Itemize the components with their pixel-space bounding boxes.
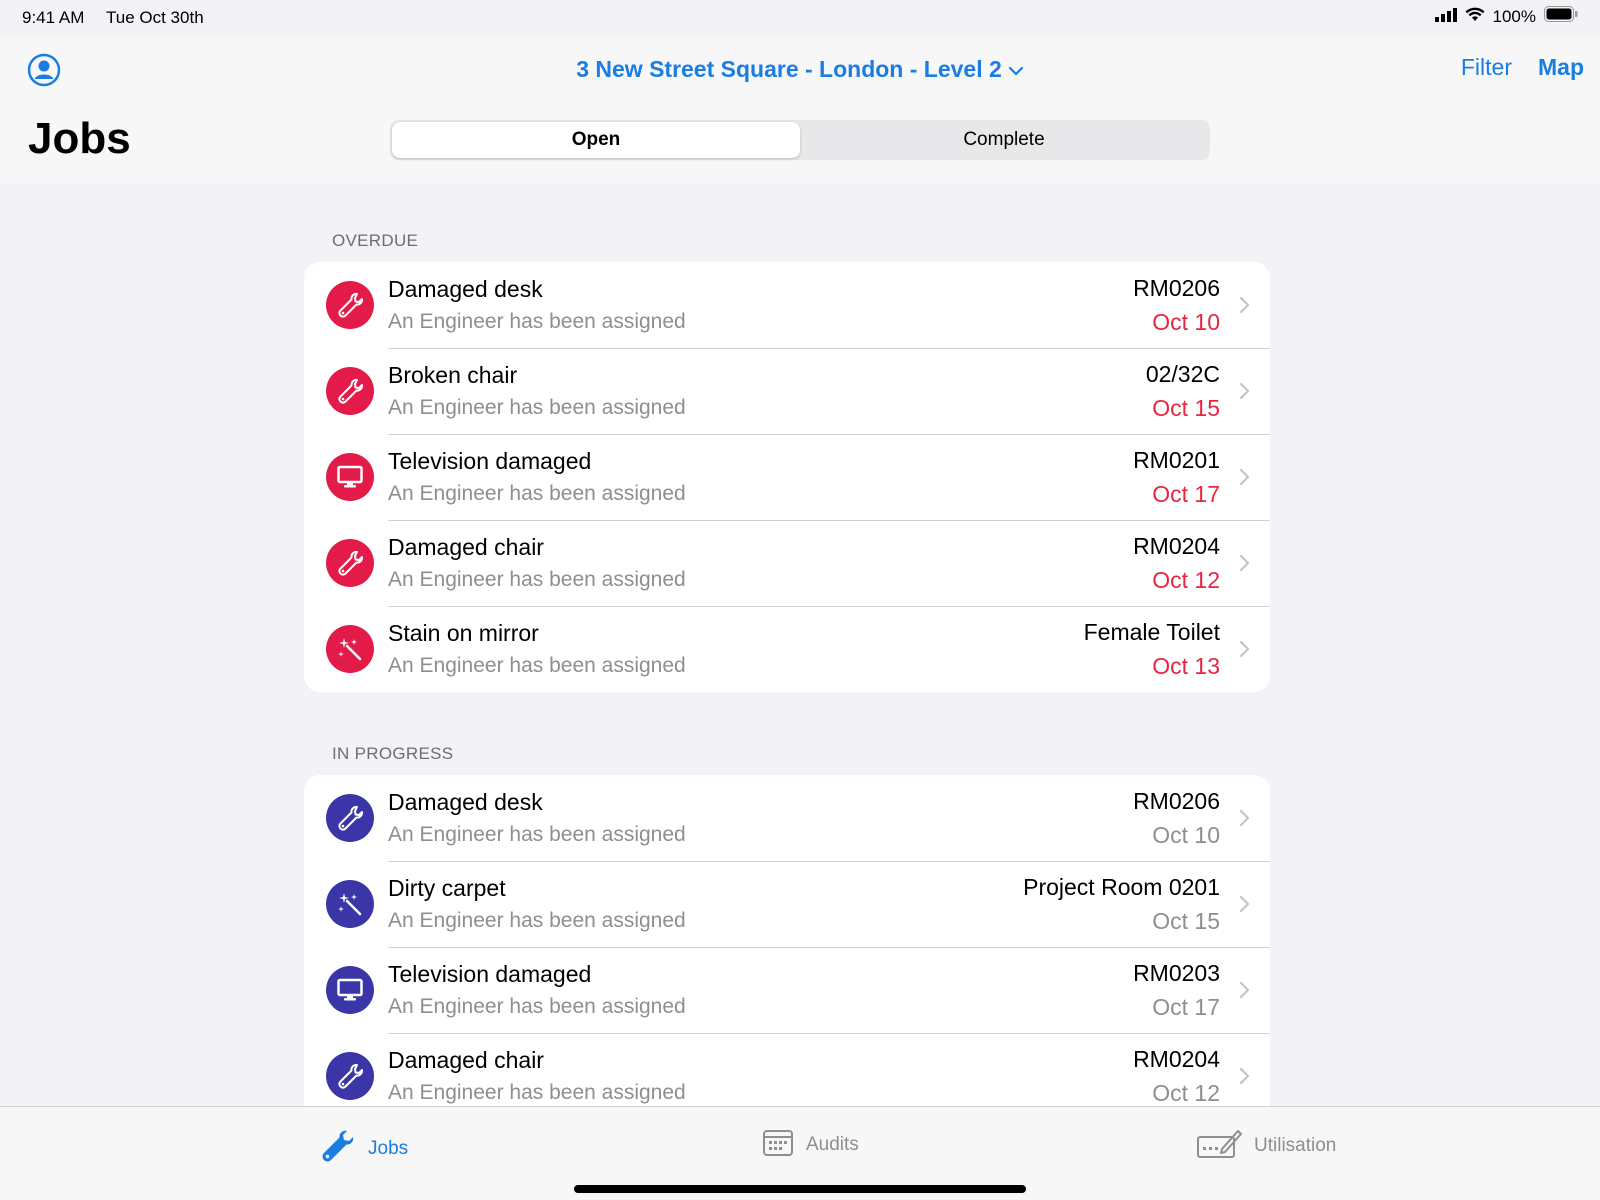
job-status: An Engineer has been assigned [388,654,686,677]
job-status: An Engineer has been assigned [388,909,686,932]
job-title: Broken chair [388,362,518,388]
job-row[interactable]: Damaged chair An Engineer has been assign… [304,1033,1270,1106]
chevron-right-icon [1238,467,1252,487]
chevron-right-icon [1238,1066,1252,1086]
wrench-icon [326,281,374,329]
job-due-date: Oct 17 [1152,481,1220,507]
tab-audits-label: Audits [806,1134,859,1155]
job-due-date: Oct 17 [1152,994,1220,1020]
tab-jobs-label: Jobs [368,1138,409,1159]
chevron-right-icon [1238,894,1252,914]
chevron-down-icon [1008,56,1024,83]
job-title: Damaged desk [388,276,543,302]
status-date: Tue Oct 30th [106,8,204,27]
segment-open[interactable]: Open [392,122,800,158]
job-row[interactable]: Damaged chair An Engineer has been assign… [304,520,1270,606]
status-time: 9:41 AM [22,8,85,27]
tab-utilisation-label: Utilisation [1254,1135,1337,1156]
home-indicator [574,1185,1026,1193]
overdue-group: Damaged desk An Engineer has been assigne… [304,262,1270,692]
job-title: Dirty carpet [388,875,506,901]
job-location: Project Room 0201 [1023,874,1220,900]
job-due-date: Oct 15 [1152,908,1220,934]
section-header-overdue: OVERDUE [332,231,419,250]
job-location: RM0206 [1133,788,1220,814]
job-row[interactable]: Broken chair An Engineer has been assigne… [304,348,1270,434]
wrench-icon [326,1052,374,1100]
location-title: 3 New Street Square - London - Level 2 [576,56,1002,82]
map-button[interactable]: Map [1538,54,1584,81]
job-status: An Engineer has been assigned [388,1081,686,1104]
job-location: Female Toilet [1083,619,1220,645]
section-header-in-progress: IN PROGRESS [332,744,454,763]
segment-complete[interactable]: Complete [800,122,1208,158]
job-row[interactable]: Damaged desk An Engineer has been assigne… [304,775,1270,861]
page-title: Jobs [28,114,131,163]
job-status: An Engineer has been assigned [388,568,686,591]
status-segmented-control: Open Complete [390,120,1210,160]
job-status: An Engineer has been assigned [388,995,686,1018]
status-bar: 9:41 AM Tue Oct 30th 100% [0,0,1600,36]
job-row[interactable]: Damaged desk An Engineer has been assigne… [304,262,1270,348]
job-title: Stain on mirror [388,620,539,646]
filter-button[interactable]: Filter [1461,54,1512,81]
job-row[interactable]: Stain on mirror An Engineer has been assi… [304,606,1270,692]
calendar-icon [762,1127,794,1163]
jobs-list[interactable]: OVERDUE Damaged desk An Engineer has been… [0,184,1600,1106]
job-status: An Engineer has been assigned [388,396,686,419]
status-indicators: 100% [1434,6,1578,27]
monitor-icon [326,453,374,501]
job-title: Television damaged [388,448,592,474]
tab-jobs[interactable]: Jobs [318,1127,408,1171]
tab-audits[interactable]: Audits [762,1127,859,1163]
wrench-icon [326,539,374,587]
tab-utilisation[interactable]: Utilisation [1196,1127,1336,1165]
job-row[interactable]: Television damaged An Engineer has been a… [304,947,1270,1033]
job-status: An Engineer has been assigned [388,482,686,505]
job-title: Television damaged [388,961,592,987]
wrench-icon [326,794,374,842]
job-row[interactable]: Television damaged An Engineer has been a… [304,434,1270,520]
monitor-icon [326,966,374,1014]
clipboard-pen-icon [1196,1127,1242,1165]
tab-bar: Jobs Audits Utilisation [0,1106,1600,1200]
job-location: RM0206 [1133,275,1220,301]
job-status: An Engineer has been assigned [388,823,686,846]
wifi-icon [1465,7,1485,27]
job-due-date: Oct 12 [1152,1080,1220,1106]
job-location: RM0204 [1133,533,1220,559]
job-due-date: Oct 15 [1152,395,1220,421]
sparkle-wand-icon [326,625,374,673]
battery-percent: 100% [1492,6,1536,26]
battery-icon [1544,6,1578,27]
job-due-date: Oct 10 [1152,309,1220,335]
chevron-right-icon [1238,639,1252,659]
job-location: RM0203 [1133,960,1220,986]
chevron-right-icon [1238,808,1252,828]
job-status: An Engineer has been assigned [388,310,686,333]
chevron-right-icon [1238,553,1252,573]
navigation-bar: 3 New Street Square - London - Level 2 F… [0,36,1600,184]
chevron-right-icon [1238,295,1252,315]
sparkle-wand-icon [326,880,374,928]
job-title: Damaged chair [388,534,544,560]
job-location: RM0201 [1133,447,1220,473]
chevron-right-icon [1238,980,1252,1000]
wrench-icon [326,367,374,415]
job-title: Damaged desk [388,789,543,815]
chevron-right-icon [1238,381,1252,401]
job-due-date: Oct 12 [1152,567,1220,593]
job-location: 02/32C [1145,361,1220,387]
in-progress-group: Damaged desk An Engineer has been assigne… [304,775,1270,1106]
signal-icon [1434,7,1457,27]
location-selector[interactable]: 3 New Street Square - London - Level 2 [0,56,1600,83]
job-row[interactable]: Dirty carpet An Engineer has been assigne… [304,861,1270,947]
job-due-date: Oct 13 [1152,653,1220,679]
wrench-icon [318,1127,356,1171]
job-title: Damaged chair [388,1047,544,1073]
job-location: RM0204 [1133,1046,1220,1072]
job-due-date: Oct 10 [1152,822,1220,848]
